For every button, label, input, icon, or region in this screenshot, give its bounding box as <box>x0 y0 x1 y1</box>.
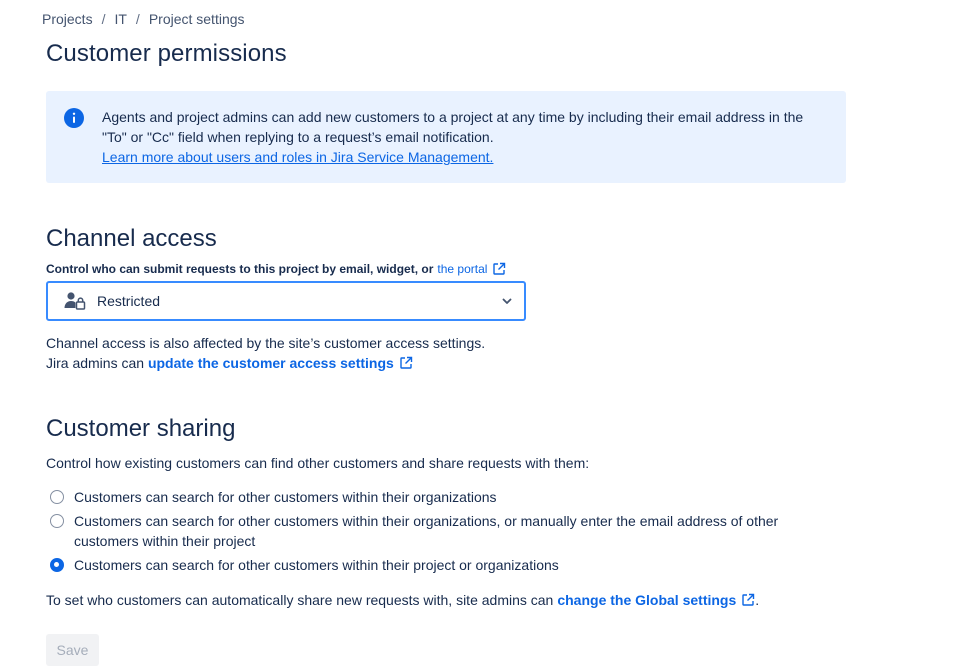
radio-button[interactable] <box>50 490 64 504</box>
breadcrumb-separator: / <box>101 11 106 27</box>
customer-access-settings-link-text: update the customer access settings <box>147 355 394 371</box>
radio-label: Customers can search for other customers… <box>74 557 559 573</box>
sharing-option-organizations[interactable]: Customers can search for other customers… <box>50 487 794 507</box>
breadcrumb-separator: / <box>135 11 140 27</box>
external-link-icon <box>742 593 755 606</box>
global-settings-link-text: change the Global settings <box>557 592 737 608</box>
breadcrumb-it[interactable]: IT <box>114 11 126 27</box>
channel-access-label-text: Control who can submit requests to this … <box>46 262 434 276</box>
external-link-icon <box>493 262 506 275</box>
info-panel: Agents and project admins can add new cu… <box>46 91 846 183</box>
radio-button-selected[interactable] <box>50 558 64 572</box>
global-settings-suffix: . <box>755 592 760 608</box>
channel-access-heading: Channel access <box>46 225 217 252</box>
channel-access-select[interactable]: Restricted <box>46 281 526 321</box>
radio-button[interactable] <box>50 514 64 528</box>
help-text-prefix: Jira admins can <box>46 355 145 371</box>
restricted-user-lock-icon <box>64 292 86 310</box>
global-settings-link[interactable]: change the Global settings <box>557 590 755 610</box>
breadcrumb-project-settings[interactable]: Project settings <box>149 11 245 27</box>
radio-label: Customers can search for other customers… <box>74 513 779 549</box>
info-text-line: "To" or "Cc" field when replying to a re… <box>102 129 494 145</box>
customer-access-settings-link[interactable]: update the customer access settings <box>148 353 413 373</box>
customer-sharing-description: Control how existing customers can find … <box>46 455 590 471</box>
customer-sharing-heading: Customer sharing <box>46 415 236 442</box>
select-value: Restricted <box>97 293 161 309</box>
info-text: Agents and project admins can add new cu… <box>102 107 822 167</box>
save-button[interactable]: Save <box>46 634 99 666</box>
page-title: Customer permissions <box>46 40 287 67</box>
breadcrumb: Projects / IT / Project settings <box>42 11 245 27</box>
radio-label: Customers can search for other customers… <box>74 489 497 505</box>
global-settings-text: To set who customers can automatically s… <box>46 590 759 610</box>
portal-link-text: the portal <box>437 262 488 276</box>
chevron-down-icon <box>502 298 512 304</box>
sharing-option-organizations-or-email[interactable]: Customers can search for other customers… <box>50 511 794 551</box>
global-settings-prefix: To set who customers can automatically s… <box>46 592 554 608</box>
portal-link[interactable]: the portal <box>437 262 506 276</box>
learn-more-link[interactable]: Learn more about users and roles in Jira… <box>102 149 493 165</box>
external-link-icon <box>400 356 413 369</box>
info-text-line: Agents and project admins can add new cu… <box>102 109 804 125</box>
sharing-option-project-or-organizations[interactable]: Customers can search for other customers… <box>50 555 794 575</box>
breadcrumb-projects[interactable]: Projects <box>42 11 93 27</box>
channel-access-help: Channel access is also affected by the s… <box>46 333 485 373</box>
channel-access-label: Control who can submit requests to this … <box>46 262 506 276</box>
info-icon <box>64 108 84 128</box>
help-text-line: Channel access is also affected by the s… <box>46 335 486 351</box>
